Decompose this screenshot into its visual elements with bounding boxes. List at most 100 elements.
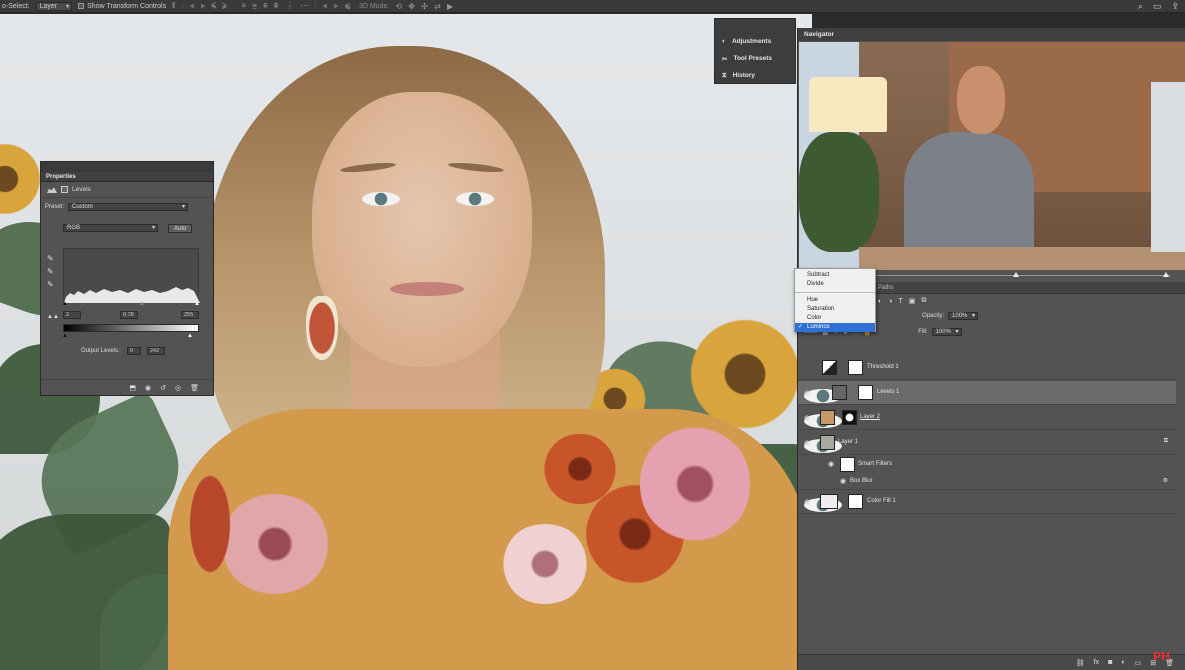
filter-type-icon[interactable]: T <box>898 298 902 305</box>
blend-mode-menu[interactable]: Subtract Divide Hue Saturation Color Lum… <box>794 268 876 332</box>
preset-dropdown[interactable]: Custom <box>68 203 189 211</box>
filter-adjustment-icon[interactable]: ◑ <box>888 298 892 305</box>
layers-panel[interactable]: Paths ◐ ◑ T ▣ ⧉ Opacity: 100% Lock: ▦✎✥⬚… <box>798 282 1185 670</box>
adjustments-panel-button[interactable]: ◐ Adjustments <box>715 33 795 50</box>
layer-row-smart-filters[interactable]: ◉ Smart Filters <box>798 456 1176 474</box>
thumb-person-shirt <box>904 132 1034 262</box>
input-gamma-slider[interactable]: ▲ <box>139 301 145 307</box>
thumb-plant <box>799 132 879 252</box>
new-group-icon[interactable]: ▭ <box>1135 659 1142 667</box>
reset-icon[interactable]: ↺ <box>160 384 166 392</box>
histogram[interactable] <box>63 248 200 303</box>
transform-controls-checkbox[interactable]: Show Transform Controls <box>78 3 166 10</box>
layer-row-box-blur[interactable]: ◉ Box Blur ⚙ <box>798 474 1176 490</box>
input-white-field[interactable]: 255 <box>181 311 199 319</box>
blouse-flower <box>220 494 330 594</box>
blend-option-saturation[interactable]: Saturation <box>795 305 875 314</box>
blend-option-divide[interactable]: Divide <box>795 280 875 289</box>
fill-field[interactable]: 100% <box>931 328 962 336</box>
clipping-warning-icon[interactable]: ▲▲ <box>47 314 59 320</box>
threshold-thumb <box>822 360 837 375</box>
blend-option-hue[interactable]: Hue <box>795 296 875 305</box>
trash-icon[interactable]: 🗑 <box>190 384 199 392</box>
workspace-icon[interactable]: ▭ <box>1153 1 1162 12</box>
input-black-slider[interactable]: ▲ <box>62 301 68 307</box>
output-levels-label: Output Levels: <box>81 348 120 354</box>
layer-row-layer2[interactable]: ◉ Layer 2 <box>798 406 1176 430</box>
output-gradient[interactable] <box>63 324 199 332</box>
input-black-field[interactable]: 2 <box>63 311 81 319</box>
search-icon[interactable]: ⌕ <box>1138 1 1143 12</box>
input-slider-track[interactable] <box>63 303 199 307</box>
properties-title: Properties <box>41 172 213 182</box>
channel-dropdown[interactable]: RGB <box>63 224 158 232</box>
3d-tool-icons[interactable]: ⟲ ✥ ✣ ⇄ ▶ <box>395 2 455 11</box>
options-bar: o-Select: Layer Show Transform Controls … <box>0 0 1185 13</box>
blend-option-color[interactable]: Color <box>795 314 875 323</box>
blend-option-luminosity[interactable]: Luminos <box>795 323 875 332</box>
history-panel-button[interactable]: ⧖ History <box>715 67 795 84</box>
layer-row-color-fill[interactable]: ◉ Color Fill 1 <box>798 490 1176 514</box>
mask-thumb <box>848 360 863 375</box>
zoom-knob[interactable] <box>1013 272 1019 277</box>
visibility-eye-icon[interactable]: ◉ <box>828 460 834 468</box>
layer1-thumb <box>820 435 835 450</box>
layer-row-threshold[interactable]: Threshold 1 <box>798 356 1176 380</box>
face <box>312 92 532 367</box>
filter-smart-icon[interactable]: ⧉ <box>921 297 926 305</box>
panel-grip[interactable] <box>41 162 213 172</box>
levels-thumb <box>832 385 847 400</box>
mask-icon[interactable] <box>61 186 68 193</box>
blend-option-subtract[interactable]: Subtract <box>795 271 875 280</box>
visibility-eye-icon[interactable]: ◉ <box>840 477 846 485</box>
distribute-icons[interactable]: ⋮ ⋯ ⫶ ⫷ ⫸ ⫹ <box>286 1 353 11</box>
history-label: History <box>732 72 755 79</box>
add-mask-icon[interactable]: ◙ <box>1108 659 1112 666</box>
layer-row-levels[interactable]: ◉ Levels 1 <box>798 381 1176 405</box>
options-right: ⌕ ▭ ⇪ <box>1138 0 1179 13</box>
filter-options-icon[interactable]: ⚙ <box>1163 477 1168 484</box>
black-eyedropper-icon[interactable]: ✎ <box>47 254 54 263</box>
link-layers-icon[interactable]: ⛓ <box>1076 659 1085 667</box>
layer-name: Threshold 1 <box>867 364 899 370</box>
align-icons[interactable]: ⫴ ⫶ ⫷ ⫸ ⫹ ⫺ ≡ ≣ ⩨ ⩩ <box>172 1 280 11</box>
input-gamma-field[interactable]: 0.78 <box>120 311 138 319</box>
output-white-slider[interactable]: ▲ <box>187 333 193 339</box>
layer-row-layer1[interactable]: ◉ Layer 1 ⧉ <box>798 431 1176 455</box>
gray-eyedropper-icon[interactable]: ✎ <box>47 267 54 276</box>
watermark-logo: PH <box>1153 650 1171 663</box>
output-white-field[interactable]: 242 <box>147 347 165 355</box>
new-adjustment-icon[interactable]: ◐ <box>1121 659 1125 666</box>
thumb-person-head <box>957 66 1005 134</box>
collapsed-panels[interactable]: ◐ Adjustments ✂ Tool Presets ⧖ History <box>714 18 796 84</box>
smart-object-icon: ⧉ <box>1163 438 1168 444</box>
blouse-flower <box>500 524 590 604</box>
opacity-label: Opacity: <box>922 313 945 319</box>
layer-style-icon[interactable]: fx <box>1094 659 1099 666</box>
tool-presets-panel-button[interactable]: ✂ Tool Presets <box>715 50 795 67</box>
visibility-icon[interactable]: ◎ <box>175 384 181 392</box>
properties-panel[interactable]: Properties Levels Preset: Custom RGB Aut… <box>40 161 214 396</box>
layer-name: Color Fill 1 <box>867 498 896 504</box>
output-black-slider[interactable]: ▲ <box>62 333 68 339</box>
share-icon[interactable]: ⇪ <box>1171 1 1179 12</box>
input-white-slider[interactable]: ▲ <box>194 301 200 307</box>
3d-mode-label: 3D Mode: <box>358 2 390 10</box>
levels-header: Levels <box>41 182 213 198</box>
white-eyedropper-icon[interactable]: ✎ <box>47 280 54 289</box>
zoom-max-knob[interactable] <box>1163 272 1169 277</box>
clip-to-layer-icon[interactable]: ⬒ <box>129 384 136 392</box>
navigator-thumbnail[interactable] <box>799 42 1185 270</box>
output-black-field[interactable]: 0 <box>127 347 141 355</box>
view-previous-icon[interactable]: ◉ <box>145 384 151 392</box>
opacity-field[interactable]: 100% <box>948 312 979 320</box>
mask-thumb <box>858 385 873 400</box>
blouse-flower <box>185 464 235 584</box>
auto-select-dropdown[interactable]: Layer <box>35 1 73 11</box>
filter-shape-icon[interactable]: ▣ <box>909 297 916 305</box>
smart-filter-mask-thumb <box>840 457 855 472</box>
sunflower <box>0 134 40 224</box>
filter-pixel-icon[interactable]: ◐ <box>878 298 882 305</box>
thumb-lamp <box>809 77 887 132</box>
auto-button[interactable]: Auto <box>168 223 193 233</box>
